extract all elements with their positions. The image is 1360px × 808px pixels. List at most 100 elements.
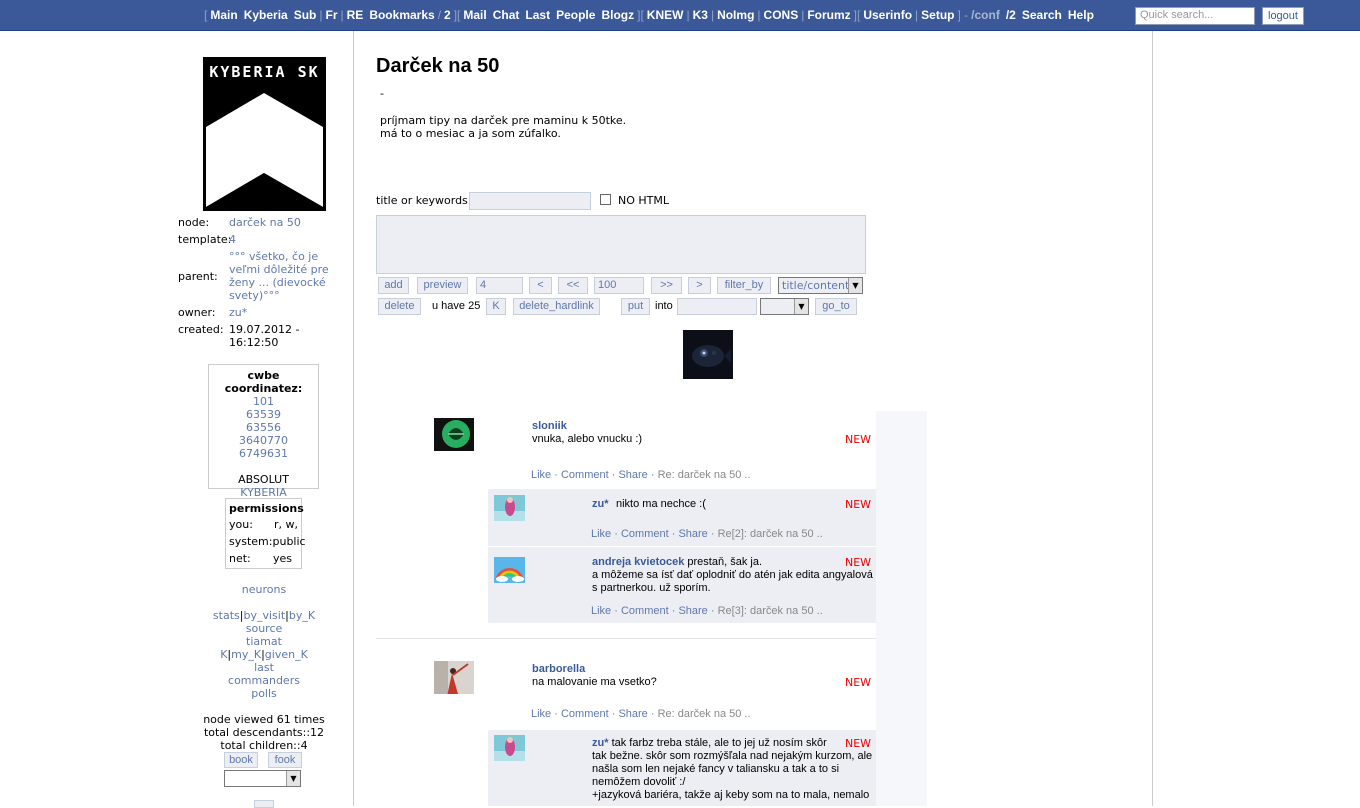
cwbe-coord[interactable]: 63556 bbox=[209, 421, 318, 434]
preview-button[interactable]: preview bbox=[417, 277, 468, 294]
nav-kyberia[interactable]: Kyberia bbox=[244, 8, 288, 22]
avatar[interactable] bbox=[434, 661, 474, 694]
comment-link[interactable]: Comment bbox=[561, 469, 609, 481]
reply-to-link[interactable]: Re[2]: darček na 50 .. bbox=[718, 528, 823, 540]
parent-link[interactable]: °°° všetko, čo je veľmi dôležité pre žen… bbox=[229, 250, 348, 302]
tiamat-link[interactable]: tiamat bbox=[178, 635, 350, 648]
keywords-input[interactable] bbox=[469, 192, 591, 210]
into-select[interactable]: ▼ bbox=[760, 298, 809, 315]
post-author[interactable]: barborella bbox=[532, 663, 585, 675]
comment-link[interactable]: Comment bbox=[561, 708, 609, 720]
nav-forumz[interactable]: Forumz bbox=[807, 8, 850, 22]
share-link[interactable]: Share bbox=[678, 605, 707, 617]
nav-conf[interactable]: /conf bbox=[971, 8, 1000, 22]
nav-chat[interactable]: Chat bbox=[493, 8, 520, 22]
post-author[interactable]: zu* bbox=[592, 737, 609, 749]
avatar[interactable] bbox=[494, 735, 525, 761]
nohtml-checkbox[interactable] bbox=[600, 194, 611, 205]
nav-k3[interactable]: K3 bbox=[693, 8, 708, 22]
filter-by-button[interactable]: filter_by bbox=[717, 277, 771, 294]
page-input[interactable]: 4 bbox=[476, 277, 523, 294]
nav-help[interactable]: Help bbox=[1068, 8, 1094, 22]
polls-link[interactable]: polls bbox=[178, 687, 350, 700]
filter-select[interactable]: title/content ▼ bbox=[778, 277, 863, 294]
post-textarea[interactable] bbox=[376, 215, 866, 274]
owner-link[interactable]: zu* bbox=[229, 306, 348, 319]
reply-to-link[interactable]: Re[3]: darček na 50 .. bbox=[718, 605, 823, 617]
nav-main[interactable]: Main bbox=[210, 8, 237, 22]
nav-mail[interactable]: Mail bbox=[463, 8, 486, 22]
stats-link[interactable]: stats bbox=[213, 609, 240, 622]
avatar[interactable] bbox=[494, 495, 525, 521]
more-button[interactable] bbox=[254, 800, 274, 808]
nav-sub[interactable]: Sub bbox=[294, 8, 317, 22]
cwbe-absolut: ABSOLUT bbox=[238, 473, 289, 486]
post-author[interactable]: sloniik bbox=[532, 420, 567, 432]
post-author[interactable]: andreja kvietocek bbox=[592, 556, 684, 568]
template-link[interactable]: 4 bbox=[229, 233, 348, 246]
like-link[interactable]: Like bbox=[591, 528, 611, 540]
post-author[interactable]: zu* bbox=[592, 498, 609, 510]
nav-userinfo[interactable]: Userinfo bbox=[863, 8, 912, 22]
delete-button[interactable]: delete bbox=[378, 298, 421, 315]
comment-link[interactable]: Comment bbox=[621, 605, 669, 617]
nav-setup[interactable]: Setup bbox=[921, 8, 954, 22]
logout-button[interactable]: logout bbox=[1262, 7, 1304, 25]
share-link[interactable]: Share bbox=[618, 708, 647, 720]
avatar[interactable] bbox=[434, 418, 474, 451]
my-k-link[interactable]: my_K bbox=[231, 648, 261, 661]
next-button[interactable]: > bbox=[688, 277, 711, 294]
nav-knew[interactable]: KNEW bbox=[647, 8, 684, 22]
nav-blogz[interactable]: Blogz bbox=[601, 8, 634, 22]
nav-re[interactable]: RE bbox=[347, 8, 364, 22]
like-link[interactable]: Like bbox=[531, 708, 551, 720]
commanders-link[interactable]: commanders bbox=[178, 674, 350, 687]
kyberia-logo[interactable]: KYBERIA SK bbox=[203, 57, 326, 211]
nav-bookmarks[interactable]: Bookmarks bbox=[369, 8, 434, 22]
last-button[interactable]: >> bbox=[651, 277, 682, 294]
reply-to-link[interactable]: Re: darček na 50 .. bbox=[658, 708, 751, 720]
quick-search-input[interactable]: Quick search... bbox=[1135, 7, 1255, 25]
share-link[interactable]: Share bbox=[678, 528, 707, 540]
sidebar-select[interactable]: ▼ bbox=[224, 770, 301, 787]
share-link[interactable]: Share bbox=[618, 469, 647, 481]
cwbe-coord[interactable]: 6749631 bbox=[209, 447, 318, 460]
node-link[interactable]: darček na 50 bbox=[229, 216, 348, 229]
last-link[interactable]: last bbox=[178, 661, 350, 674]
given-k-link[interactable]: given_K bbox=[265, 648, 308, 661]
neurons-link[interactable]: neurons bbox=[178, 583, 350, 596]
nav-noimg[interactable]: NoImg bbox=[717, 8, 754, 22]
fook-button[interactable]: fook bbox=[268, 752, 302, 768]
first-button[interactable]: << bbox=[558, 277, 588, 294]
delete-hardlink-button[interactable]: delete_hardlink bbox=[513, 298, 600, 315]
reply-to-link[interactable]: Re: darček na 50 .. bbox=[658, 469, 751, 481]
put-button[interactable]: put bbox=[621, 298, 650, 315]
cwbe-coord[interactable]: 3640770 bbox=[209, 434, 318, 447]
into-input[interactable] bbox=[677, 298, 757, 315]
by-visit-link[interactable]: by_visit bbox=[243, 609, 285, 622]
k-button[interactable]: K bbox=[486, 298, 506, 315]
book-button[interactable]: book bbox=[224, 752, 258, 768]
nav-people[interactable]: People bbox=[556, 8, 595, 22]
cwbe-coord[interactable]: 63539 bbox=[209, 408, 318, 421]
comment-link[interactable]: Comment bbox=[621, 528, 669, 540]
nav-bookmarks-count[interactable]: 2 bbox=[444, 8, 451, 22]
like-link[interactable]: Like bbox=[591, 605, 611, 617]
perm-you-value: r, w, bbox=[273, 518, 298, 531]
cwbe-coord[interactable]: 101 bbox=[209, 395, 318, 408]
avatar[interactable] bbox=[494, 557, 525, 583]
add-button[interactable]: add bbox=[378, 277, 409, 294]
source-link[interactable]: source bbox=[178, 622, 350, 635]
nav-search[interactable]: Search bbox=[1022, 8, 1062, 22]
post-body: andreja kvietocek prestaň, šak ja. a môž… bbox=[592, 556, 876, 595]
post-text: s partnerkou. už sporím. bbox=[592, 582, 711, 594]
like-link[interactable]: Like bbox=[531, 469, 551, 481]
nav-conf-count[interactable]: /2 bbox=[1006, 8, 1016, 22]
nav-last[interactable]: Last bbox=[525, 8, 550, 22]
go-to-button[interactable]: go_to bbox=[815, 298, 857, 315]
nav-fr[interactable]: Fr bbox=[326, 8, 338, 22]
prev-button[interactable]: < bbox=[529, 277, 552, 294]
nav-cons[interactable]: CONS bbox=[764, 8, 799, 22]
by-k-link[interactable]: by_K bbox=[289, 609, 315, 622]
count-input[interactable]: 100 bbox=[594, 277, 644, 294]
